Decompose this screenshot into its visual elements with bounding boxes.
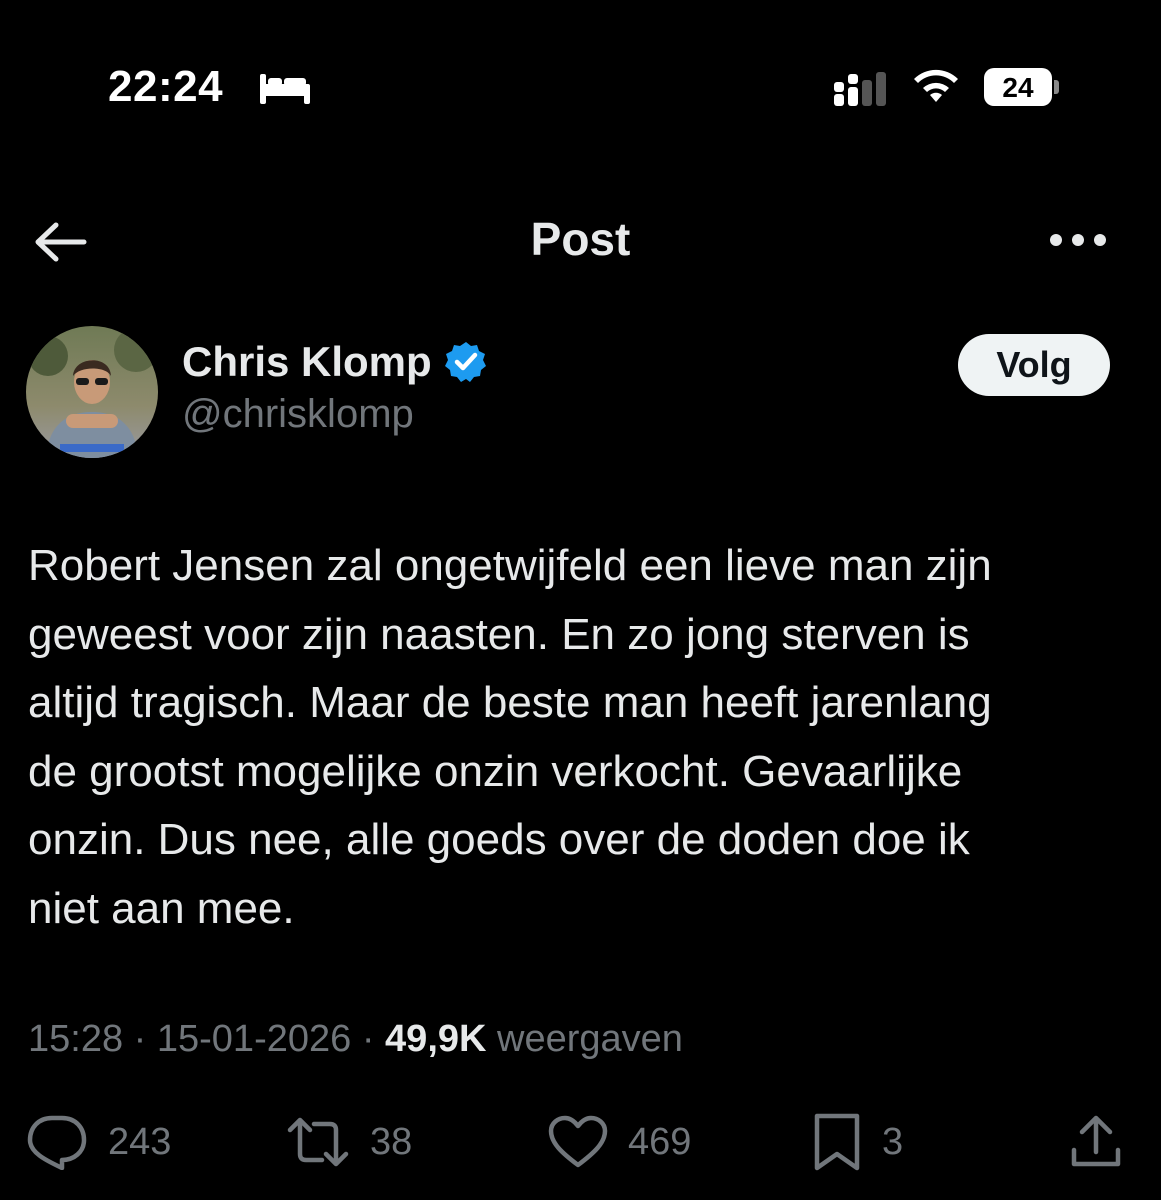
- status-time: 22:24: [108, 62, 224, 111]
- post-date[interactable]: 15-01-2026: [157, 1018, 351, 1060]
- post-text: Robert Jensen zal ongetwijfeld een lieve…: [28, 532, 1143, 943]
- views-label: weergaven: [497, 1018, 683, 1060]
- meta-separator: ·: [351, 1018, 386, 1060]
- follow-button[interactable]: Volg: [958, 334, 1110, 396]
- avatar-image: [26, 326, 158, 458]
- author-name[interactable]: Chris Klomp: [182, 338, 488, 386]
- reply-count: 243: [108, 1120, 172, 1163]
- post-meta: 15:28 · 15-01-2026 · 49,9K weergaven: [28, 1018, 683, 1061]
- post-text-line: Robert Jensen zal ongetwijfeld een lieve…: [28, 541, 992, 590]
- views-count[interactable]: 49,9K: [385, 1018, 486, 1060]
- post-text-line: de grootst mogelijke onzin verkocht. Gev…: [28, 746, 963, 796]
- reply-button[interactable]: 243: [26, 1112, 171, 1172]
- post-time[interactable]: 15:28: [28, 1018, 123, 1060]
- reply-icon: [27, 1115, 87, 1170]
- bookmark-icon: [814, 1113, 860, 1171]
- repost-count: 38: [370, 1120, 413, 1163]
- repost-button[interactable]: 38: [286, 1112, 412, 1172]
- meta-separator: ·: [123, 1018, 157, 1060]
- battery-icon: 24: [984, 68, 1059, 108]
- verified-badge-icon: [444, 342, 486, 382]
- author-name-text: Chris Klomp: [182, 338, 432, 385]
- like-button[interactable]: 469: [548, 1112, 691, 1172]
- repost-icon: [287, 1117, 349, 1167]
- bookmark-button[interactable]: 3: [812, 1112, 903, 1172]
- signal-icon: [834, 72, 886, 106]
- post-text-line: geweest voor zijn naasten. En zo jong st…: [28, 609, 970, 659]
- battery-level: 24: [1002, 72, 1034, 103]
- heart-icon: [548, 1115, 608, 1168]
- avatar[interactable]: [26, 326, 158, 458]
- more-horizontal-icon[interactable]: [1048, 230, 1108, 250]
- wifi-icon: [914, 69, 958, 102]
- post-text-line: onzin. Dus nee, alle goeds over de doden…: [28, 815, 970, 864]
- author-handle[interactable]: @chrisklomp: [182, 392, 414, 437]
- bed-icon: [260, 74, 310, 104]
- share-icon: [1071, 1115, 1121, 1167]
- post-text-line: niet aan mee.: [28, 883, 295, 933]
- post-text-line: altijd tragisch. Maar de beste man heeft…: [28, 678, 992, 727]
- bookmark-count: 3: [882, 1120, 904, 1163]
- like-count: 469: [628, 1120, 692, 1163]
- page-title: Post: [530, 213, 631, 265]
- share-button[interactable]: [1068, 1112, 1124, 1172]
